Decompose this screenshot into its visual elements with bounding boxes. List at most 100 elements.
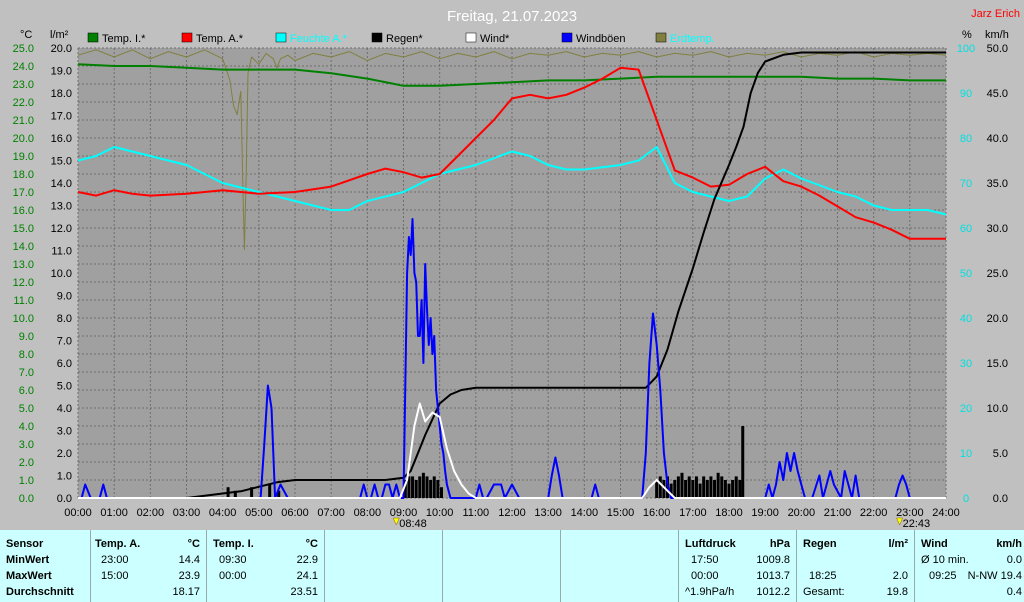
temp-tick-label: 9.0 [19,331,34,343]
rain-bar [738,480,742,498]
x-tick-label: 21:00 [824,507,852,519]
rain-total-value: 19.8 [886,586,908,598]
rain-bar [727,483,731,498]
wind-tick-label: 50.0 [987,43,1008,55]
temp-tick-label: 22.0 [13,97,34,109]
sun-markers: 08:48 22:43 [392,517,931,530]
temp-tick-label: 14.0 [13,241,34,253]
x-tick-label: 22:00 [860,507,888,519]
temp-tick-label: 0.0 [19,493,34,505]
x-tick-label: 13:00 [534,507,562,519]
temp-tick-label: 1.0 [19,475,34,487]
rain-bar [425,476,429,498]
temp-tick-label: 21.0 [13,115,34,127]
rain-bar [429,480,433,498]
wind-day-avg-value: 0.4 [1006,586,1022,598]
sun-marker-label: 22:43 [903,518,931,530]
humidity-tick-label: 0 [963,493,969,505]
temp-tick-label: 12.0 [13,277,34,289]
rain-bar [702,476,706,498]
rain-bar [655,480,659,498]
x-tick-label: 08:00 [354,507,382,519]
rain-bar [731,480,735,498]
rain-tick-label: 7.0 [57,336,72,348]
pressure-trend: ^1.9hPa/h [685,586,735,598]
rain-bar [720,476,724,498]
rain-bar [439,487,443,498]
wind-avg-value: 0.0 [1006,554,1022,566]
x-tick-label: 11:00 [462,507,489,519]
rain-tick-label: 10.0 [51,268,72,280]
rain-bar [691,480,695,498]
temp-tick-label: 18.0 [13,169,34,181]
legend-swatch [655,32,667,43]
temp-tick-label: 25.0 [13,43,34,55]
rain-bar [716,472,720,498]
legend-label: Temp. I.* [102,33,146,45]
col-empty-2 [442,530,560,602]
legend-swatch [371,32,383,43]
x-tick-label: 00:00 [64,507,92,519]
temp-tick-label: 16.0 [13,205,34,217]
temp-tick-label: 11.0 [13,295,34,307]
rain-max-value: 2.0 [892,570,908,582]
legend-label: Wind* [480,33,510,45]
temp-tick-label: 13.0 [13,259,34,271]
humidity-tick-label: 30 [960,358,972,370]
col-luftdruck: Luftdruck hPa 17:50 1009.8 00:00 1013.7 … [678,530,796,602]
wind-tick-label: 20.0 [987,313,1008,325]
pressure-unit: hPa [769,538,790,550]
x-tick-label: 15:00 [607,507,635,519]
rain-bar [421,472,425,498]
legend-label: Erdtemp. [670,33,715,45]
wind-header: Wind [921,538,948,550]
rain-bar [432,476,436,498]
rain-tick-label: 4.0 [57,403,72,415]
rain-tick-label: 12.0 [51,223,72,235]
rain-max-time: 18:25 [809,570,837,582]
col-regen: Regen l/m² 18:25 2.0 Gesamt: 19.8 [796,530,914,602]
rain-unit: l/m² [888,538,908,550]
temp-tick-label: 15.0 [13,223,34,235]
col-temp-i: Temp. I. °C 09:30 22.9 00:00 24.1 23.51 [206,530,324,602]
legend: Temp. I.* Temp. A.* Feuchte A.* Regen* Wind*… [87,32,715,45]
pressure-min-value: 1009.8 [756,554,790,566]
wind-tick-label: 45.0 [987,88,1008,100]
temp-tick-label: 17.0 [13,187,34,199]
rain-tick-label: 16.0 [51,133,72,145]
x-tick-label: 18:00 [715,507,743,519]
humidity-tick-label: 50 [960,268,972,280]
rain-bar [723,480,727,498]
pressure-header: Luftdruck [685,538,736,550]
rain-bar [694,476,698,498]
rain-tick-label: 18.0 [51,88,72,100]
x-tick-label: 03:00 [173,507,201,519]
legend-label: Regen* [386,33,423,45]
humidity-tick-label: 80 [960,133,972,145]
temp-a-max-value: 23.9 [178,570,200,582]
rain-bar [414,480,418,498]
humidity-tick-label: 20 [960,403,972,415]
temp-tick-label: 23.0 [13,79,34,91]
rain-tick-label: 20.0 [51,43,72,55]
temp-i-max-time: 00:00 [219,570,247,582]
x-tick-label: 06:00 [281,507,309,519]
x-tick-label: 19:00 [751,507,779,519]
wind-tick-label: 25.0 [987,268,1008,280]
rain-bar [684,480,688,498]
humidity-tick-label: 100 [957,43,975,55]
x-tick-label: 04:00 [209,507,237,519]
col-wind: Wind km/h Ø 10 min. 0.0 09:25 N-NW 19.4 … [914,530,1024,602]
rain-header: Regen [803,538,837,550]
temp-i-header: Temp. I. [213,538,254,550]
x-tick-label: 10:00 [426,507,454,519]
legend-swatch [275,32,287,43]
temp-tick-label: 8.0 [19,349,34,361]
col-temp-a: Temp. A. °C 23:00 14.4 15:00 23.9 18.17 [90,530,206,602]
wind-unit: km/h [996,538,1022,550]
rain-tick-label: 9.0 [57,291,72,303]
wind-tick-label: 0.0 [993,493,1008,505]
rain-bar [436,480,440,498]
rain-bar [680,472,684,498]
rain-bar [705,480,709,498]
